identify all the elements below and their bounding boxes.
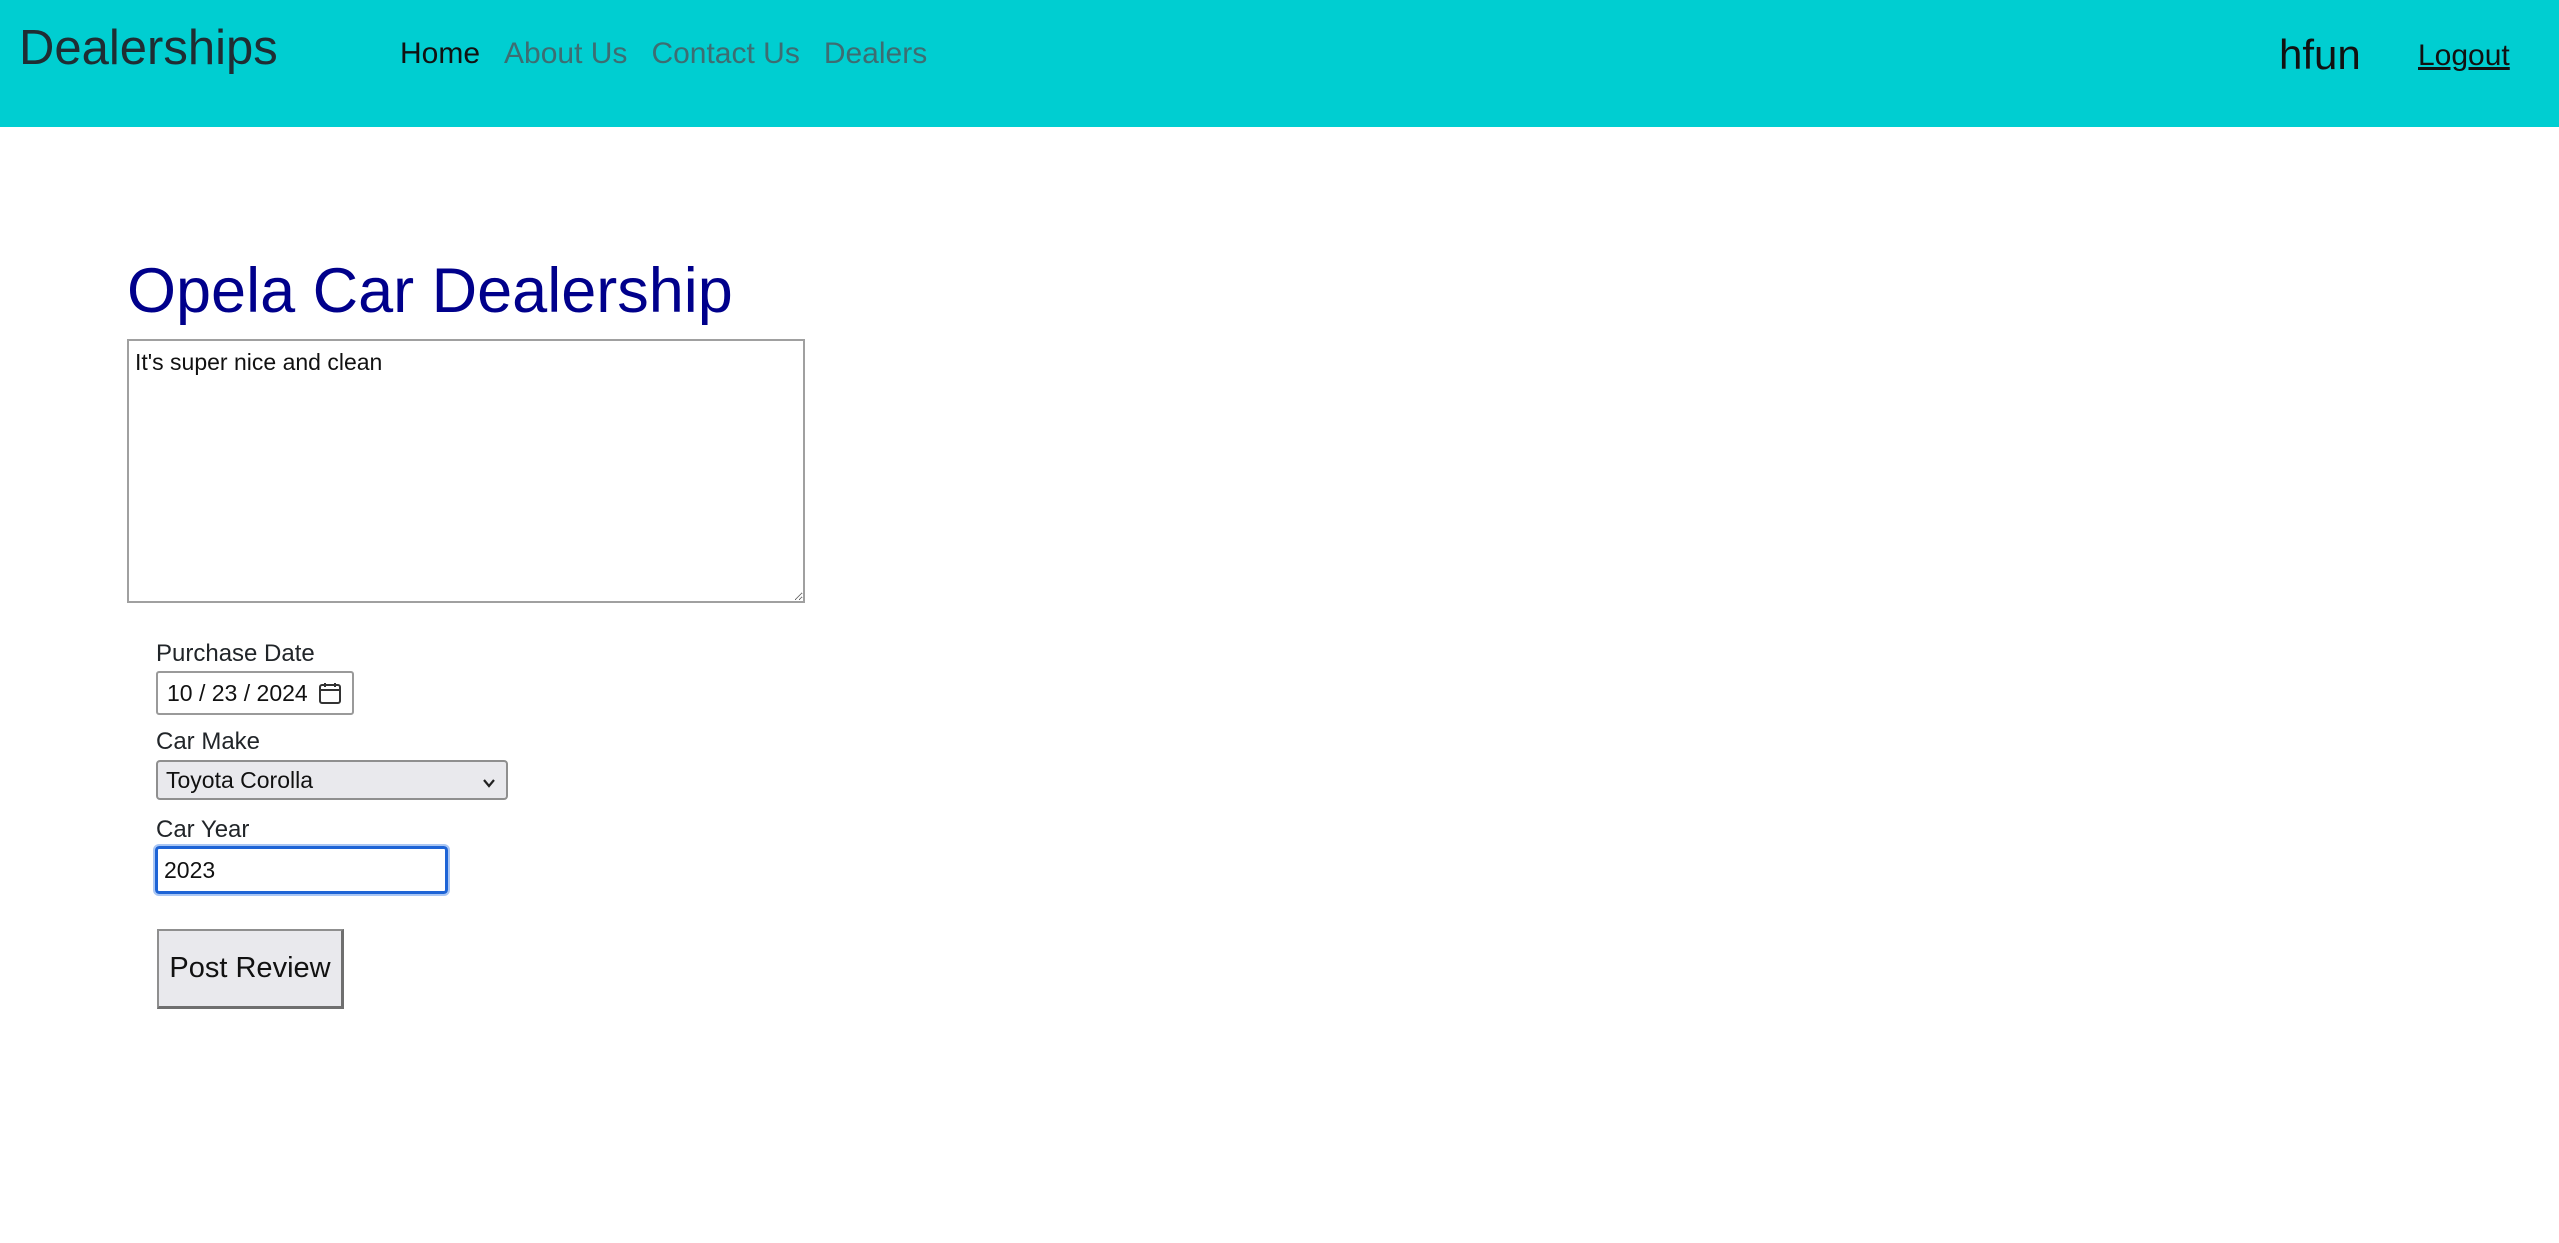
chevron-down-icon xyxy=(480,771,498,798)
brand-logo[interactable]: Dealerships xyxy=(19,21,278,76)
car-make-select[interactable]: Toyota Corolla xyxy=(156,760,508,800)
car-make-selected-value: Toyota Corolla xyxy=(166,766,314,793)
car-year-input[interactable] xyxy=(153,844,450,896)
review-textarea[interactable]: It's super nice and clean xyxy=(127,339,805,603)
nav-link-home[interactable]: Home xyxy=(400,36,480,72)
car-year-label: Car Year xyxy=(156,816,250,843)
top-navbar: Dealerships Home About Us Contact Us Dea… xyxy=(0,0,2559,127)
purchase-date-input[interactable]: 10 / 23 / 2024 xyxy=(156,671,354,715)
username-display: hfun xyxy=(2279,31,2361,78)
date-month[interactable]: 10 xyxy=(167,680,193,707)
date-day[interactable]: 23 xyxy=(212,680,238,707)
nav-link-about-us[interactable]: About Us xyxy=(504,36,627,72)
purchase-date-label: Purchase Date xyxy=(156,640,315,667)
car-make-label: Car Make xyxy=(156,728,261,755)
date-separator: / xyxy=(192,679,212,706)
page-title: Opela Car Dealership xyxy=(127,256,733,326)
post-review-button[interactable]: Post Review xyxy=(157,929,344,1009)
date-separator: / xyxy=(237,679,257,706)
date-year[interactable]: 2024 xyxy=(257,680,308,707)
nav-link-contact-us[interactable]: Contact Us xyxy=(651,36,799,72)
logout-link[interactable]: Logout xyxy=(2418,38,2510,74)
nav-links: Home About Us Contact Us Dealers xyxy=(400,36,951,72)
nav-link-dealers[interactable]: Dealers xyxy=(824,36,927,72)
calendar-icon[interactable] xyxy=(318,681,342,711)
